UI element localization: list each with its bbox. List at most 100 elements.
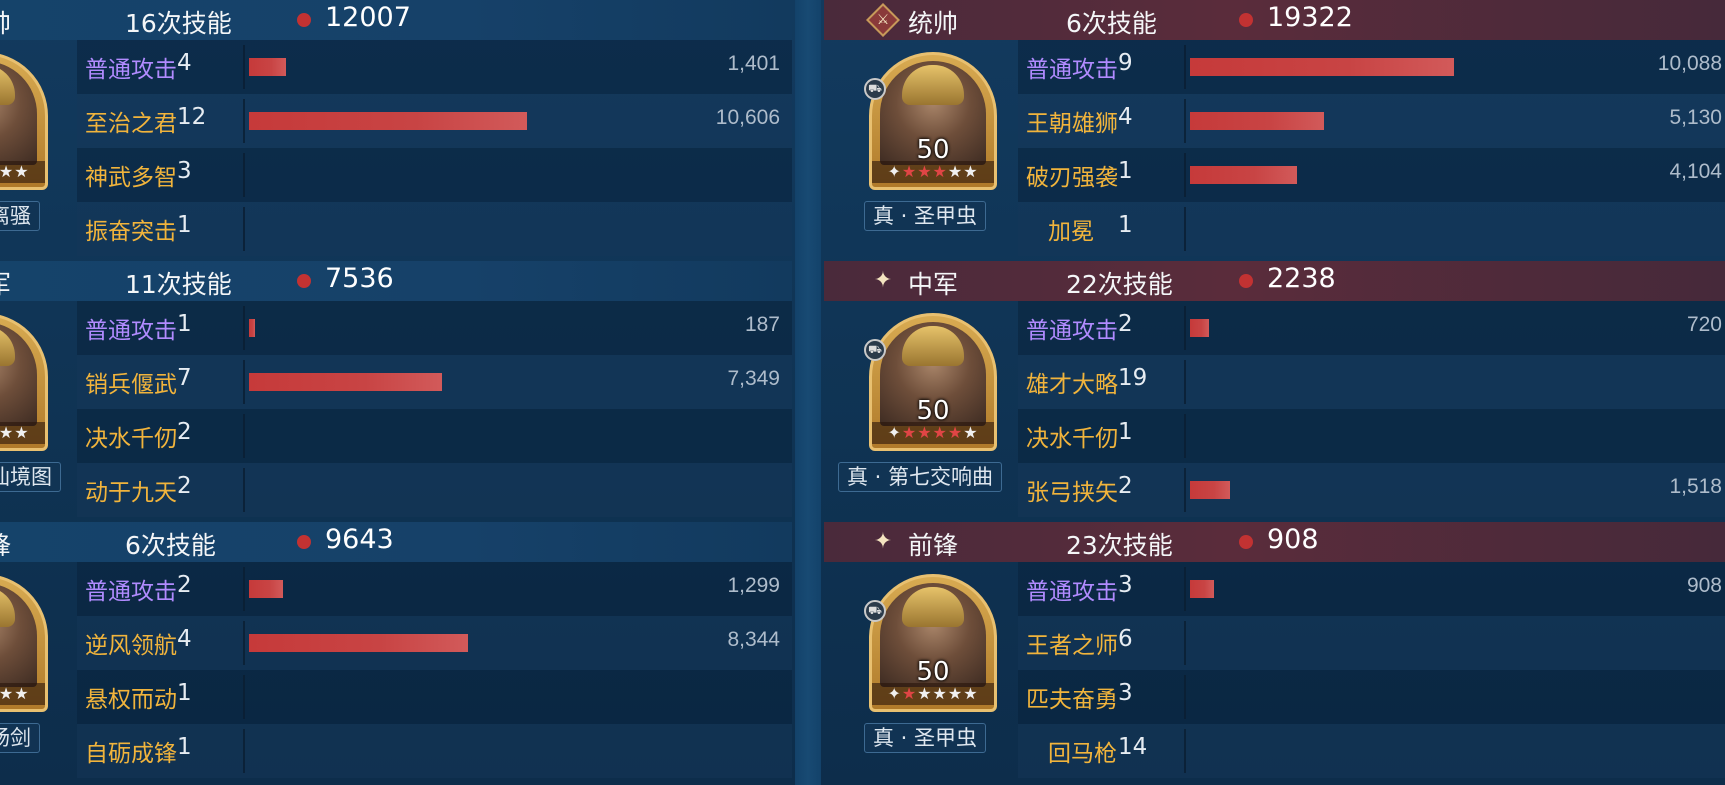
sparkle-icon: ✦	[873, 268, 893, 293]
skill-times: 2	[1118, 473, 1133, 499]
treasure-label[interactable]: 真 · 第七交响曲	[838, 462, 1003, 492]
general-section: 帅 16次技能 12007 0✦★★★★★ 离骚 普通攻击4 1,401 至治之君12 10,6…	[0, 0, 792, 261]
star-rating: ✦★★★★★	[0, 683, 45, 705]
skill-row[interactable]: 王朝雄狮 4 5,130	[1018, 94, 1725, 148]
skill-row[interactable]: 普通攻击 4 1,401	[77, 40, 792, 94]
row-separator	[1184, 414, 1186, 458]
total-damage: 7536	[325, 263, 394, 294]
row-separator	[243, 567, 245, 611]
general-portrait[interactable]: 50 ✦★★★★★	[869, 574, 997, 712]
skill-row[interactable]: 决水千仞 1	[1018, 409, 1725, 463]
skill-row[interactable]: 破刃强袭 1 4,104	[1018, 148, 1725, 202]
total-damage: 9643	[325, 524, 394, 555]
skill-row[interactable]: 回马枪 14	[1018, 724, 1725, 778]
skill-count: 11次技能	[125, 270, 232, 299]
skill-name: 普通攻击	[85, 318, 177, 344]
skill-count: 22次技能	[1066, 270, 1173, 299]
star-rating: ✦★★★★★	[0, 161, 45, 183]
treasure-label[interactable]: 真 · 圣甲虫	[864, 201, 987, 231]
skill-row[interactable]: 悬权而动 1	[77, 670, 792, 724]
skill-times: 7	[177, 365, 192, 391]
row-separator	[243, 306, 245, 350]
skill-times: 2	[177, 419, 192, 445]
general-portrait[interactable]: 0✦★★★★★	[0, 52, 48, 190]
general-portrait[interactable]: 0✦★★★★★	[0, 313, 48, 451]
general-section: 锋 6次技能 9643 0✦★★★★★ 肠剑 普通攻击2 1,299 逆风领航4 8,344 悬权…	[0, 522, 792, 783]
commander-badge-icon: ⚔	[866, 3, 900, 37]
skill-times: 3	[1118, 572, 1133, 598]
skill-row[interactable]: 加冕 1	[1018, 202, 1725, 256]
star-icon: ★	[917, 423, 933, 442]
damage-bar	[249, 319, 255, 337]
skill-list: 普通攻击 2 720 雄才大略 19 决水千仞 1 张弓挟矢 2 1,518	[1018, 301, 1725, 519]
skill-count: 16次技能	[125, 9, 232, 38]
row-separator	[243, 153, 245, 197]
panel-divider	[795, 0, 821, 785]
treasure-label[interactable]: 仙境图	[0, 462, 61, 492]
skill-damage: 10,088	[1657, 52, 1722, 75]
skill-row[interactable]: 普通攻击 2 1,299	[77, 562, 792, 616]
skill-row[interactable]: 普通攻击 3 908	[1018, 562, 1725, 616]
skill-row[interactable]: 神武多智 3	[77, 148, 792, 202]
star-icon: ★	[14, 162, 30, 181]
skill-name: 振奋突击	[85, 219, 177, 245]
skill-times: 19	[1118, 365, 1148, 391]
skill-name: 破刃强袭	[1026, 165, 1118, 191]
skill-damage: 1,401	[727, 52, 780, 75]
skill-times: 1	[177, 734, 192, 760]
skill-name: 张弓挟矢	[1026, 480, 1118, 506]
skill-row[interactable]: 匹夫奋勇 3	[1018, 670, 1725, 724]
skill-name: 神武多智	[85, 165, 177, 191]
skill-times: 1	[177, 212, 192, 238]
skill-row[interactable]: 普通攻击 9 10,088	[1018, 40, 1725, 94]
star-icon: ★	[947, 162, 964, 181]
skill-row[interactable]: 雄才大略 19	[1018, 355, 1725, 409]
star-icon: ★	[0, 423, 15, 442]
skill-row[interactable]: 张弓挟矢 2 1,518	[1018, 463, 1725, 517]
skill-row[interactable]: 王者之师 6	[1018, 616, 1725, 670]
star-icon: ★	[917, 684, 933, 703]
treasure-label[interactable]: 肠剑	[0, 723, 40, 753]
skill-times: 9	[1118, 50, 1133, 76]
treasure-label[interactable]: 真 · 圣甲虫	[864, 723, 987, 753]
star-icon: ★	[932, 162, 948, 181]
skill-damage: 908	[1686, 574, 1722, 597]
general-portrait[interactable]: 0✦★★★★★	[0, 574, 48, 712]
skill-count: 6次技能	[1066, 9, 1157, 38]
star-icon: ★	[932, 684, 948, 703]
skill-times: 4	[1118, 104, 1133, 130]
star-icon: ★	[963, 162, 979, 181]
skill-damage: 187	[744, 313, 780, 336]
troop-type-icon: ⛟	[864, 600, 886, 622]
damage-dot-icon	[297, 535, 311, 549]
star-icon: ✦	[887, 684, 902, 703]
general-portrait[interactable]: 50 ✦★★★★★	[869, 52, 997, 190]
skill-row[interactable]: 决水千仞 2	[77, 409, 792, 463]
row-separator	[1184, 207, 1186, 251]
skill-count: 23次技能	[1066, 531, 1173, 560]
skill-row[interactable]: 逆风领航 4 8,344	[77, 616, 792, 670]
skill-row[interactable]: 至治之君 12 10,606	[77, 94, 792, 148]
star-icon: ★	[0, 684, 15, 703]
row-separator	[1184, 45, 1186, 89]
star-icon: ★	[901, 684, 918, 703]
treasure-label[interactable]: 离骚	[0, 201, 40, 231]
skill-times: 1	[1118, 212, 1133, 238]
general-portrait[interactable]: 50 ✦★★★★★	[869, 313, 997, 451]
skill-row[interactable]: 振奋突击 1	[77, 202, 792, 256]
skill-times: 12	[177, 104, 207, 130]
star-icon: ★	[947, 684, 964, 703]
row-separator	[243, 414, 245, 458]
damage-bar	[1190, 481, 1230, 499]
skill-row[interactable]: 动于九天 2	[77, 463, 792, 517]
skill-row[interactable]: 普通攻击 2 720	[1018, 301, 1725, 355]
damage-dot-icon	[1239, 274, 1253, 288]
skill-row[interactable]: 销兵偃武 7 7,349	[77, 355, 792, 409]
row-separator	[243, 675, 245, 719]
star-icon: ✦	[887, 162, 902, 181]
skill-count: 6次技能	[125, 531, 216, 560]
skill-row[interactable]: 自砺成锋 1	[77, 724, 792, 778]
sword-icon: ⚔	[876, 12, 890, 28]
skill-row[interactable]: 普通攻击 1 187	[77, 301, 792, 355]
skill-name: 自砺成锋	[85, 741, 177, 767]
